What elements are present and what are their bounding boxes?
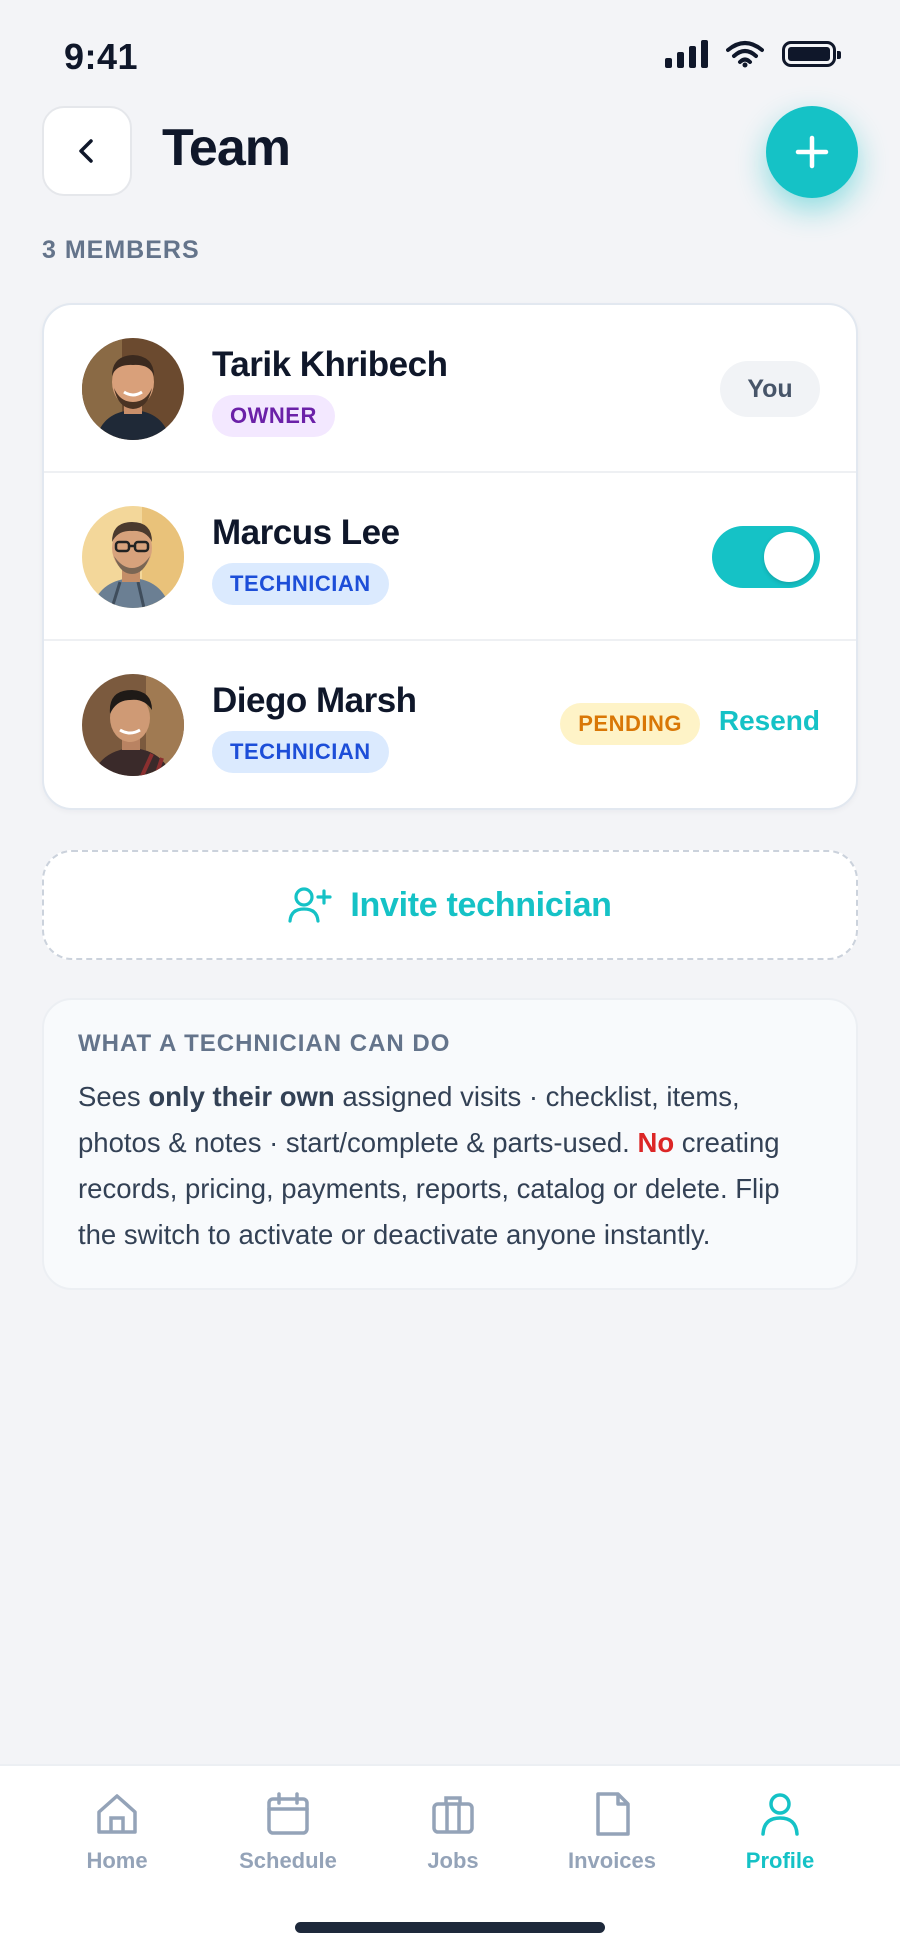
member-row-diego[interactable]: Diego Marsh TECHNICIAN PENDING Resend	[44, 641, 856, 808]
tab-label: Jobs	[427, 1848, 479, 1873]
status-icons	[665, 40, 841, 68]
status-time: 9:41	[64, 36, 139, 77]
members-list: Tarik Khribech OWNER You Marcus Lee TECH…	[42, 303, 858, 810]
info-body: Sees only their own assigned visits · ch…	[78, 1074, 822, 1258]
tab-schedule[interactable]: Schedule	[213, 1790, 363, 1874]
member-name: Tarik Khribech	[212, 345, 448, 384]
info-emphasis: only their own	[148, 1081, 335, 1112]
role-badge-technician: TECHNICIAN	[212, 563, 389, 605]
member-name: Diego Marsh	[212, 681, 417, 720]
technician-permissions-info: WHAT A TECHNICIAN CAN DO Sees only their…	[42, 998, 858, 1290]
plus-icon	[795, 135, 829, 169]
add-member-button[interactable]	[766, 106, 858, 198]
page-title: Team	[162, 119, 291, 177]
tab-bar: Home Schedule Jobs Invoices Profile	[0, 1764, 900, 1947]
invite-label: Invite technician	[350, 885, 612, 924]
briefcase-icon	[432, 1796, 474, 1834]
avatar	[82, 674, 184, 776]
invite-technician-button[interactable]: Invite technician	[42, 850, 858, 960]
tab-home[interactable]: Home	[42, 1790, 192, 1874]
info-no: No	[637, 1127, 675, 1158]
resend-button[interactable]: Resend	[719, 705, 820, 737]
info-text: Sees	[78, 1081, 149, 1112]
signal-icon	[665, 40, 708, 68]
app-screen: 9:41 Team 3 MEMBERS Tarik Khribech OWNER…	[0, 0, 900, 1947]
calendar-icon	[267, 1792, 309, 1835]
role-badge-owner: OWNER	[212, 395, 335, 437]
avatar	[82, 338, 184, 440]
active-toggle[interactable]	[712, 526, 820, 588]
document-icon	[596, 1792, 630, 1836]
members-count: 3 MEMBERS	[42, 236, 200, 264]
member-name: Marcus Lee	[212, 513, 400, 552]
wifi-icon	[726, 41, 764, 68]
info-title: WHAT A TECHNICIAN CAN DO	[78, 1030, 451, 1057]
role-badge-technician: TECHNICIAN	[212, 731, 389, 773]
battery-icon	[782, 41, 841, 67]
tab-label: Schedule	[239, 1848, 337, 1873]
home-icon	[97, 1794, 137, 1834]
tab-label: Home	[86, 1848, 148, 1873]
tab-invoices[interactable]: Invoices	[537, 1790, 687, 1874]
tab-label: Profile	[745, 1848, 815, 1873]
user-icon	[761, 1793, 799, 1836]
tab-jobs[interactable]: Jobs	[378, 1790, 528, 1874]
back-button[interactable]	[42, 106, 132, 196]
user-plus-icon	[288, 887, 332, 923]
tab-profile[interactable]: Profile	[705, 1790, 855, 1874]
home-indicator	[295, 1922, 605, 1933]
chevron-left-icon	[79, 139, 93, 163]
member-row-owner[interactable]: Tarik Khribech OWNER You	[44, 305, 856, 473]
avatar	[82, 506, 184, 608]
member-row-marcus[interactable]: Marcus Lee TECHNICIAN	[44, 473, 856, 641]
you-badge: You	[720, 361, 820, 417]
pending-badge: PENDING	[560, 703, 700, 745]
tab-label: Invoices	[567, 1848, 657, 1873]
